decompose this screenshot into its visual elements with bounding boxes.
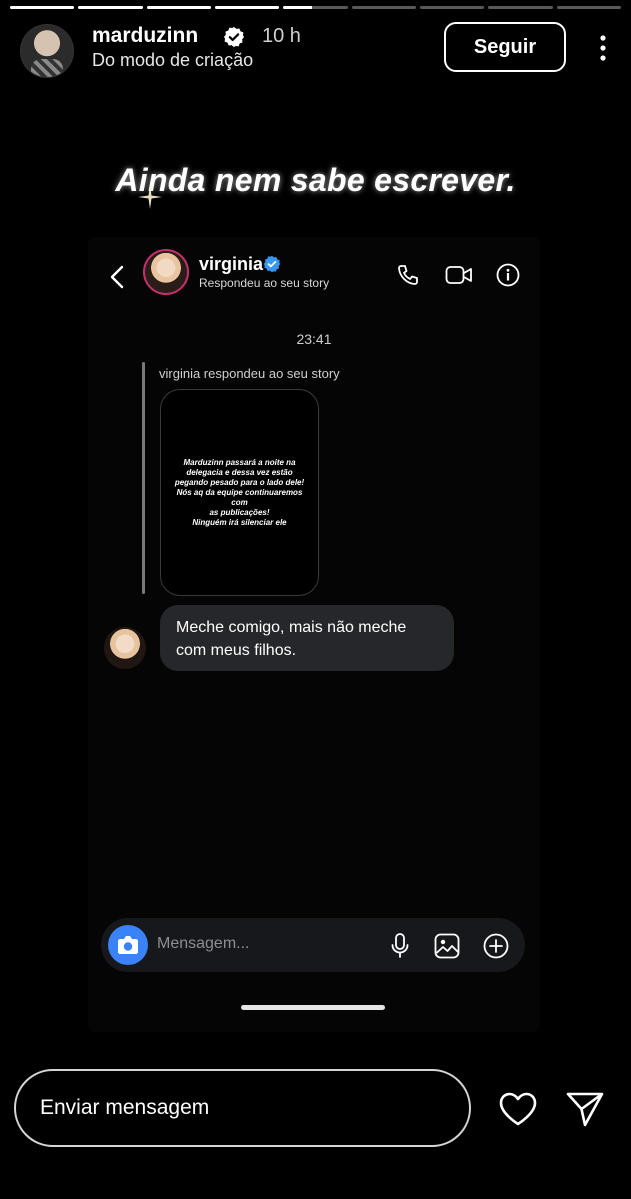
dm-input-placeholder: Mensagem... [157, 935, 250, 952]
dm-contact-subtitle: Respondeu ao seu story [199, 276, 330, 290]
story-progress-fill [10, 6, 75, 9]
home-indicator [241, 1005, 385, 1010]
reply-indicator-bar [142, 362, 145, 594]
send-icon[interactable] [565, 1089, 605, 1129]
story-progress-segment [556, 6, 621, 9]
story-progress-fill [283, 6, 313, 9]
dm-contact-name: virginia [199, 254, 264, 274]
heart-icon[interactable] [498, 1091, 538, 1127]
dm-message-input: Mensagem... [101, 918, 525, 972]
message-sender-avatar [104, 627, 146, 669]
username[interactable]: marduzinn [92, 24, 198, 48]
follow-button[interactable]: Seguir [444, 22, 566, 72]
story-progress-segment [78, 6, 143, 9]
story-caption: Ainda nem sabe escrever. [115, 162, 516, 198]
avatar[interactable] [20, 24, 74, 78]
story-subtitle: Do modo de criação [92, 50, 254, 70]
story-reply-label: virginia respondeu ao seu story [159, 366, 340, 381]
verified-badge-icon [223, 26, 245, 48]
send-message-input[interactable]: Enviar mensagem [14, 1069, 471, 1147]
camera-icon [118, 936, 138, 954]
gallery-icon [434, 933, 460, 959]
verified-badge-icon [263, 255, 281, 273]
video-call-icon [445, 266, 472, 284]
story-progress-segment [488, 6, 553, 9]
microphone-icon [391, 933, 409, 958]
story-progress-segment [419, 6, 485, 9]
info-icon [496, 263, 520, 287]
phone-icon [398, 265, 418, 285]
story-header: marduzinn 10 h Do modo de criação Seguir [20, 22, 611, 78]
sparkle-icon [138, 185, 162, 209]
add-icon [483, 933, 509, 959]
dm-contact-avatar [143, 249, 189, 295]
story-progress-segment [10, 6, 75, 9]
story-preview-text: Marduzinn passará a noite na delegacia e… [174, 457, 305, 527]
message-timestamp: 23:41 [296, 331, 332, 347]
story-progress-fill [78, 6, 143, 9]
story-progress-segment [214, 6, 280, 9]
story-preview: Marduzinn passará a noite na delegacia e… [160, 389, 319, 596]
story-progress-segment [283, 6, 348, 9]
post-time: 10 h [262, 25, 301, 47]
story-progress [10, 6, 621, 9]
more-options-icon[interactable] [595, 34, 611, 62]
story-progress-fill [214, 6, 280, 9]
camera-button [108, 925, 148, 965]
story-progress-segment [146, 6, 211, 9]
send-message-placeholder: Enviar mensagem [40, 1096, 210, 1119]
dm-screenshot: virginia Respondeu ao seu story 23:41 vi… [88, 237, 540, 1032]
story-progress-segment [351, 6, 416, 9]
message-bubble: Meche comigo, mais não meche com meus fi… [160, 605, 454, 671]
story-progress-fill [146, 6, 211, 9]
back-arrow-icon [110, 265, 124, 289]
